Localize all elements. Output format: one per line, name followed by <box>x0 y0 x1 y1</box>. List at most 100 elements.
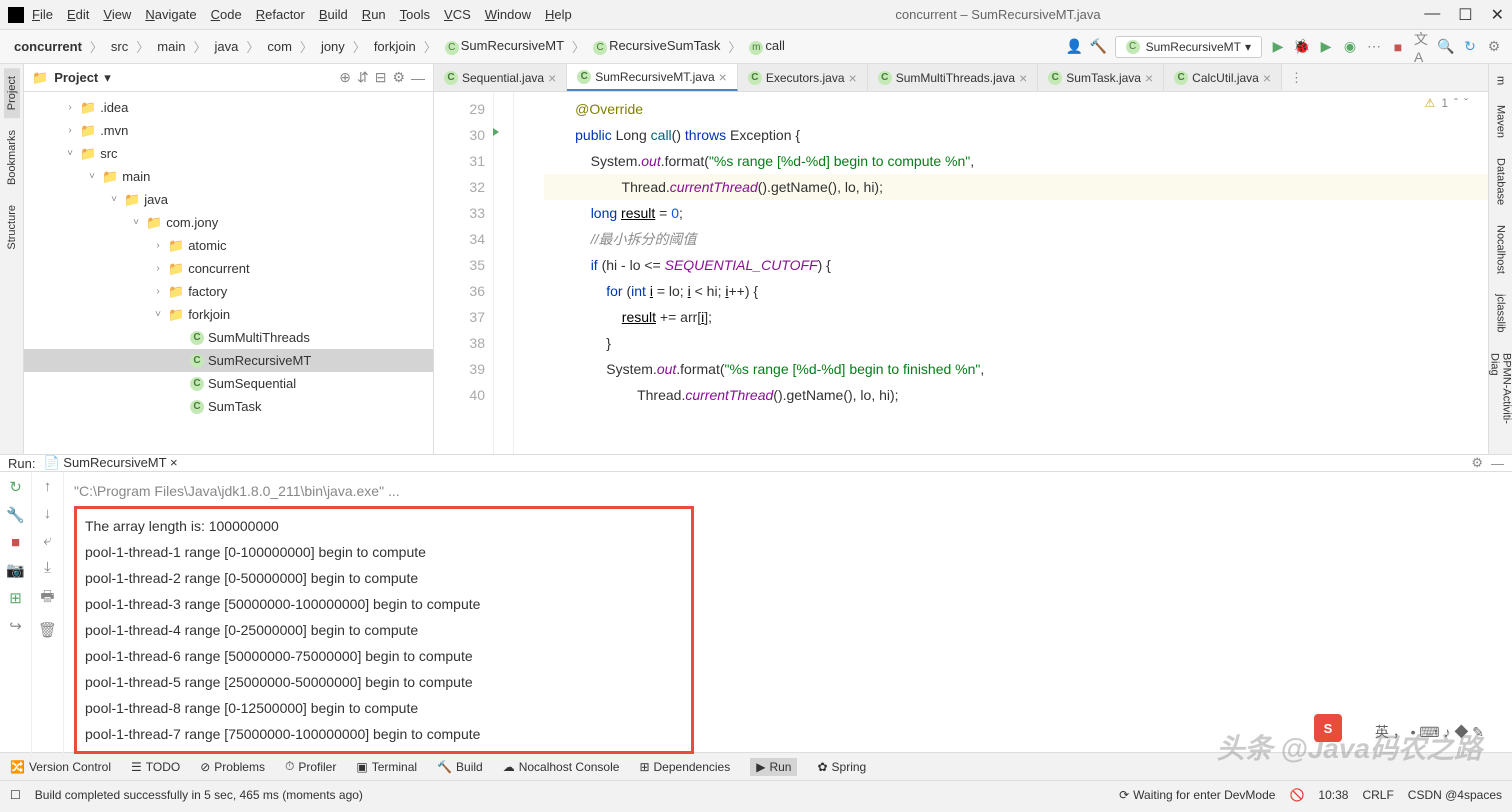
print-icon[interactable]: 🖶 <box>40 586 54 611</box>
bottom-tool-spring[interactable]: ✿Spring <box>817 760 866 774</box>
right-rail-tab[interactable]: BPMN-Activiti-Diag <box>1487 345 1512 450</box>
bottom-tool-build[interactable]: 🔨Build <box>437 760 483 774</box>
menu-vcs[interactable]: VCS <box>444 7 471 22</box>
left-rail-structure[interactable]: Structure <box>4 197 20 258</box>
code-line[interactable]: } <box>544 330 1488 356</box>
close-icon[interactable]: × <box>1263 70 1271 86</box>
bottom-tool-run[interactable]: ▶Run <box>750 758 797 776</box>
bottom-tool-terminal[interactable]: ▣Terminal <box>356 760 417 774</box>
bottom-tool-version-control[interactable]: 🔀Version Control <box>10 760 111 774</box>
update-icon[interactable]: 文A <box>1414 39 1430 55</box>
tree-arrow[interactable]: ˅ <box>64 148 76 159</box>
code-line[interactable]: if (hi - lo <= SEQUENTIAL_CUTOFF) { <box>544 252 1488 278</box>
menu-edit[interactable]: Edit <box>67 7 89 22</box>
tree-arrow[interactable]: ˅ <box>86 171 98 182</box>
close-icon[interactable]: × <box>1019 70 1027 86</box>
settings-icon[interactable]: ⚙ <box>1486 39 1502 55</box>
menu-build[interactable]: Build <box>319 7 348 22</box>
stop-icon[interactable]: ■ <box>1390 39 1406 55</box>
bottom-tool-profiler[interactable]: ⏱Profiler <box>285 759 336 774</box>
close-button[interactable]: ✕ <box>1491 5 1504 25</box>
chevron-down-icon[interactable]: ˇ <box>1464 96 1468 110</box>
code-line[interactable]: result += arr[i]; <box>544 304 1488 330</box>
search-icon[interactable]: 🔍 <box>1438 39 1454 55</box>
left-rail-bookmarks[interactable]: Bookmarks <box>4 122 20 193</box>
scroll-icon[interactable]: ⤓ <box>44 559 51 576</box>
tree-item[interactable]: ˅📁src <box>24 142 433 165</box>
right-rail-tab[interactable]: Database <box>1493 150 1509 213</box>
tree-arrow[interactable]: › <box>152 286 164 297</box>
editor-body[interactable]: 293031323334353637383940 @Override publi… <box>434 92 1488 454</box>
menu-file[interactable]: File <box>32 7 53 22</box>
breadcrumb-item[interactable]: forkjoin <box>370 37 420 56</box>
tree-item[interactable]: ˅📁java <box>24 188 433 211</box>
breadcrumb-item[interactable]: CRecursiveSumTask <box>589 36 724 57</box>
breadcrumb-item[interactable]: main <box>153 37 189 56</box>
eol-status[interactable]: CRLF <box>1362 788 1393 802</box>
editor-tab[interactable]: CExecutors.java× <box>738 64 868 91</box>
editor-tab[interactable]: CSequential.java× <box>434 64 567 91</box>
editor-tab[interactable]: CSumTask.java× <box>1038 64 1164 91</box>
right-rail-tab[interactable]: jclasslib <box>1493 286 1509 341</box>
menu-refactor[interactable]: Refactor <box>256 7 305 22</box>
bottom-tool-nocalhost-console[interactable]: ☁Nocalhost Console <box>503 760 620 774</box>
breadcrumb-item[interactable]: concurrent <box>10 37 86 56</box>
close-icon[interactable]: × <box>719 69 727 85</box>
tree-item[interactable]: ˅📁main <box>24 165 433 188</box>
menu-code[interactable]: Code <box>211 7 242 22</box>
hide-icon[interactable]: — <box>411 70 425 86</box>
code-line[interactable]: for (int i = lo; i < hi; i++) { <box>544 278 1488 304</box>
menu-window[interactable]: Window <box>485 7 531 22</box>
tree-item[interactable]: CSumMultiThreads <box>24 326 433 349</box>
right-rail-tab[interactable]: Maven <box>1493 97 1509 146</box>
run-config-selector[interactable]: C SumRecursiveMT ▾ <box>1115 36 1262 58</box>
right-rail-tab[interactable]: Nocalhost <box>1493 217 1509 282</box>
menu-tools[interactable]: Tools <box>400 7 430 22</box>
warning-icon[interactable]: ⚠ <box>1425 96 1436 110</box>
target-icon[interactable]: ⊕ <box>339 69 351 86</box>
tree-arrow[interactable]: › <box>64 102 76 113</box>
code-line[interactable]: //最小拆分的阈值 <box>544 226 1488 252</box>
build-icon[interactable]: 🔨 <box>1091 39 1107 55</box>
close-icon[interactable]: × <box>1145 70 1153 86</box>
left-rail-project[interactable]: Project <box>4 68 20 118</box>
gear-icon[interactable]: ⚙ <box>1471 455 1483 471</box>
chevron-down-icon[interactable]: ▾ <box>104 70 111 86</box>
breadcrumb-item[interactable]: com <box>263 37 296 56</box>
code-line[interactable]: long result = 0; <box>544 200 1488 226</box>
breadcrumb-item[interactable]: jony <box>317 37 349 56</box>
editor-tab[interactable]: CSumMultiThreads.java× <box>868 64 1039 91</box>
breadcrumb-item[interactable]: src <box>107 37 132 56</box>
tree-item[interactable]: CSumRecursiveMT <box>24 349 433 372</box>
gear-icon[interactable]: ⚙ <box>392 69 405 86</box>
code-line[interactable]: System.out.format("%s range [%d-%d] begi… <box>544 356 1488 382</box>
editor-tab[interactable]: CCalcUtil.java× <box>1164 64 1282 91</box>
tree-arrow[interactable]: › <box>152 263 164 274</box>
code-line[interactable]: Thread.currentThread().getName(), lo, hi… <box>544 174 1488 200</box>
tree-item[interactable]: ˅📁com.jony <box>24 211 433 234</box>
minimize-button[interactable]: — <box>1424 5 1440 25</box>
wrap-icon[interactable]: ⤶ <box>43 532 51 549</box>
editor-tab[interactable]: CSumRecursiveMT.java× <box>567 64 738 91</box>
menu-help[interactable]: Help <box>545 7 572 22</box>
up-icon[interactable]: ↑ <box>44 478 52 495</box>
maximize-button[interactable]: ☐ <box>1458 5 1472 25</box>
chevron-up-icon[interactable]: ˆ <box>1454 96 1458 110</box>
tree-item[interactable]: ›📁factory <box>24 280 433 303</box>
sync-icon[interactable]: ↻ <box>1462 39 1478 55</box>
bottom-tool-problems[interactable]: ⊘Problems <box>200 760 265 774</box>
code-line[interactable]: public Long call() throws Exception { <box>544 122 1488 148</box>
rerun-icon[interactable]: ↻ <box>9 478 22 496</box>
tab-more[interactable]: ⋮ <box>1282 70 1311 86</box>
tree-item[interactable]: CSumTask <box>24 395 433 418</box>
breadcrumb-item[interactable]: java <box>210 37 242 56</box>
code-line[interactable]: Thread.currentThread().getName(), lo, hi… <box>544 382 1488 408</box>
delete-icon[interactable]: 🗑 <box>38 621 57 639</box>
tree-item[interactable]: ›📁atomic <box>24 234 433 257</box>
menu-view[interactable]: View <box>103 7 131 22</box>
profile-icon[interactable]: ◉ <box>1342 39 1358 55</box>
down-icon[interactable]: ↓ <box>44 505 52 522</box>
breadcrumb-item[interactable]: CSumRecursiveMT <box>441 36 568 57</box>
layout-icon[interactable]: ⊞ <box>9 589 22 607</box>
bottom-tool-todo[interactable]: ☰TODO <box>131 760 180 774</box>
